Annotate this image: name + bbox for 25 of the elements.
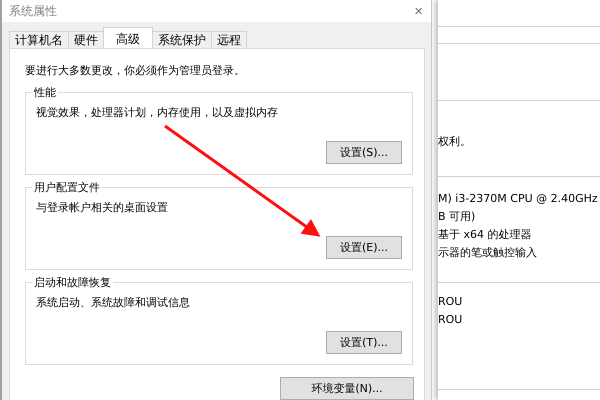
- background-text: ROU: [438, 312, 464, 328]
- group-title: 启动和故障恢复: [32, 275, 113, 290]
- settings-button[interactable]: 设置(T)...: [326, 331, 402, 354]
- tab[interactable]: 系统保护: [152, 31, 212, 48]
- window-title: 系统属性: [9, 2, 57, 20]
- group-title: 用户配置文件: [32, 180, 102, 195]
- close-button[interactable]: ×: [412, 2, 425, 20]
- group-description: 与登录帐户相关的桌面设置: [36, 200, 169, 215]
- group-description: 系统启动、系统故障和调试信息: [36, 295, 191, 310]
- background-text: ROU: [438, 294, 464, 310]
- tab[interactable]: 计算机名: [9, 31, 69, 48]
- background-text: 基于 x64 的处理器: [438, 227, 532, 243]
- background-text: 示器的笔或触控输入: [438, 245, 538, 261]
- tab[interactable]: 远程: [211, 31, 247, 48]
- background-text: B 可用): [438, 209, 476, 225]
- background-text: M) i3-2370M CPU @ 2.40GHz: [438, 191, 599, 207]
- settings-button[interactable]: 设置(E)...: [326, 236, 402, 259]
- admin-notice: 要进行大多数更改，你必须作为管理员登录。: [25, 63, 246, 78]
- group-description: 视觉效果，处理器计划，内存使用，以及虚拟内存: [36, 105, 279, 120]
- settings-button[interactable]: 设置(S)...: [326, 141, 402, 164]
- background-text: 权利。: [438, 134, 472, 150]
- tab[interactable]: 硬件: [68, 31, 104, 48]
- environment-variables-button[interactable]: 环境变量(N)...: [280, 377, 414, 400]
- group-title: 性能: [32, 85, 58, 100]
- tab[interactable]: 高级: [103, 27, 153, 48]
